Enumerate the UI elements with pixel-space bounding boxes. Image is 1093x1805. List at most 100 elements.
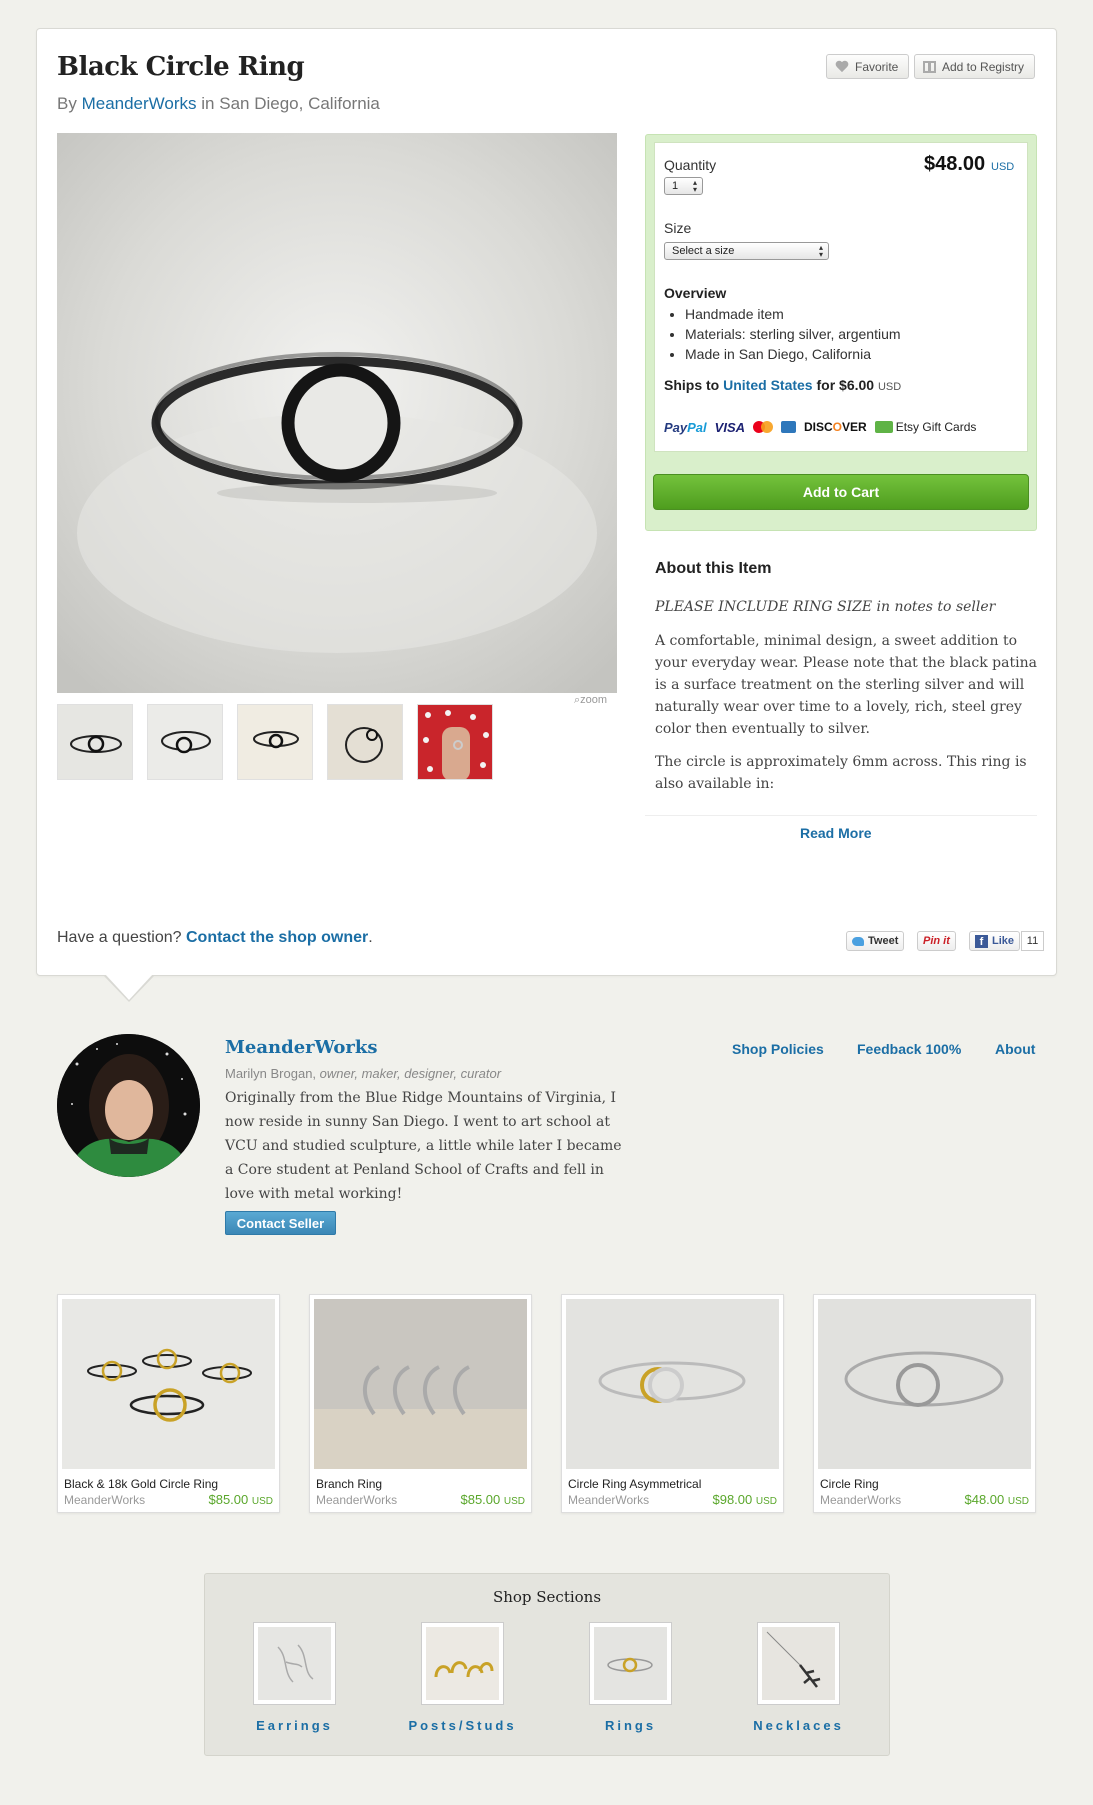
listing-shop: MeanderWorks xyxy=(568,1493,650,1507)
byline-by: By xyxy=(57,94,77,113)
gift-icon xyxy=(923,60,936,73)
section-image xyxy=(589,1622,672,1705)
related-listing[interactable]: Circle Ring MeanderWorks $48.00 USD xyxy=(813,1294,1036,1513)
listing-price: $85.00 USD xyxy=(208,1492,273,1507)
listing-price: $85.00 USD xyxy=(460,1492,525,1507)
add-to-registry-button[interactable]: Add to Registry xyxy=(914,54,1036,79)
select-arrows-icon: ▴ ▾ xyxy=(692,178,697,194)
price-currency: USD xyxy=(991,161,1015,173)
related-listing[interactable]: Black & 18k Gold Circle Ring MeanderWork… xyxy=(57,1294,280,1513)
thumbnail-4[interactable] xyxy=(327,704,403,780)
overview-item: Made in San Diego, California xyxy=(685,344,901,364)
section-label: Rings xyxy=(604,1718,657,1733)
pin-it-button[interactable]: Pin it xyxy=(917,931,956,951)
section-label: Necklaces xyxy=(753,1718,844,1733)
registry-label: Add to Registry xyxy=(942,59,1025,74)
thumbnail-2[interactable] xyxy=(147,704,223,780)
ring-photo xyxy=(57,133,617,693)
tweet-button[interactable]: Tweet xyxy=(846,931,905,951)
paypal-icon: PayPal xyxy=(664,419,707,435)
size-placeholder: Select a size xyxy=(672,245,735,257)
quantity-select[interactable]: 1 ▴ ▾ xyxy=(664,177,703,195)
listing-title: Black & 18k Gold Circle Ring xyxy=(64,1477,219,1491)
main-product-image[interactable] xyxy=(57,133,617,693)
overview-item: Materials: sterling silver, argentium xyxy=(685,324,901,344)
visa-icon: VISA xyxy=(714,419,745,435)
owner-avatar[interactable] xyxy=(57,1034,200,1177)
question-text: Have a question? xyxy=(57,929,182,946)
shipping-info: Ships to United States for $6.00 USD xyxy=(664,377,901,393)
owner-line: Marilyn Brogan, owner, maker, designer, … xyxy=(225,1066,501,1081)
overview-list: Handmade item Materials: sterling silver… xyxy=(685,304,901,364)
facebook-like-button[interactable]: f Like xyxy=(969,931,1021,951)
quantity-value: 1 xyxy=(672,180,679,192)
shop-link[interactable]: MeanderWorks xyxy=(82,94,197,113)
shop-section-earrings[interactable]: Earrings xyxy=(253,1622,336,1733)
shop-section-rings[interactable]: Rings xyxy=(589,1622,672,1733)
shop-location: San Diego, California xyxy=(219,94,380,113)
thumbnail-3[interactable] xyxy=(237,704,313,780)
size-label: Size xyxy=(664,220,692,236)
listing-price: $48.00 USD xyxy=(964,1492,1029,1507)
listing-title: Circle Ring xyxy=(820,1477,879,1491)
listing-image xyxy=(62,1299,275,1469)
listing-shop: MeanderWorks xyxy=(820,1493,902,1507)
overview-title: Overview xyxy=(664,285,727,301)
byline-in: in xyxy=(201,94,215,113)
tweet-label: Tweet xyxy=(868,935,899,947)
size-select[interactable]: Select a size ▴ ▾ xyxy=(664,242,829,260)
ships-destination-link[interactable]: United States xyxy=(723,377,812,393)
zoom-label: zoom xyxy=(580,694,608,706)
add-to-cart-button[interactable]: Add to Cart xyxy=(653,474,1029,510)
ships-to-label: Ships to xyxy=(664,377,720,393)
owner-shop-name[interactable]: MeanderWorks xyxy=(225,1037,378,1058)
about-fade xyxy=(645,796,1037,816)
about-paragraph: The circle is approximately 6mm across. … xyxy=(655,754,1027,792)
mastercard-icon xyxy=(753,421,773,433)
item-byline: By MeanderWorks in San Diego, California xyxy=(57,94,380,114)
shop-section-posts-studs[interactable]: Posts/Studs xyxy=(408,1622,514,1733)
section-label: Posts/Studs xyxy=(408,1718,517,1733)
overview-item: Handmade item xyxy=(685,304,901,324)
shop-section-necklaces[interactable]: Necklaces xyxy=(753,1622,841,1733)
listing-title: Branch Ring xyxy=(316,1477,383,1491)
listing-shop: MeanderWorks xyxy=(316,1493,398,1507)
favorite-button[interactable]: Favorite xyxy=(826,54,910,79)
ships-currency: USD xyxy=(877,381,902,393)
listing-image xyxy=(566,1299,779,1469)
question-period: . xyxy=(368,929,373,946)
contact-seller-button[interactable]: Contact Seller xyxy=(225,1211,336,1235)
related-listing[interactable]: Branch Ring MeanderWorks $85.00 USD xyxy=(309,1294,532,1513)
read-more-link[interactable]: Read More xyxy=(800,825,872,841)
feedback-link[interactable]: Feedback 100% xyxy=(857,1041,961,1057)
shop-policies-link[interactable]: Shop Policies xyxy=(732,1041,824,1057)
item-price: $48.00 xyxy=(924,153,986,175)
amex-icon xyxy=(781,421,796,433)
favorite-label: Favorite xyxy=(855,59,899,74)
related-listing[interactable]: Circle Ring Asymmetrical MeanderWorks $9… xyxy=(561,1294,784,1513)
listing-image xyxy=(818,1299,1031,1469)
like-label: Like xyxy=(992,935,1015,947)
question-line: Have a question? Contact the shop owner. xyxy=(57,929,373,947)
about-link[interactable]: About xyxy=(995,1041,1035,1057)
about-paragraph: A comfortable, minimal design, a sweet a… xyxy=(655,633,1037,737)
heart-icon xyxy=(835,61,849,73)
quantity-label: Quantity xyxy=(664,157,717,173)
contact-shop-owner-link[interactable]: Contact the shop owner xyxy=(186,929,368,946)
etsy-gift-card-icon: Etsy Gift Cards xyxy=(874,420,976,434)
item-title: Black Circle Ring xyxy=(57,52,305,82)
shop-sections-title: Shop Sections xyxy=(492,1588,602,1606)
listing-image xyxy=(314,1299,527,1469)
zoom-link[interactable]: ⌕zoom xyxy=(574,694,607,707)
payment-methods: PayPal VISA DISCOVER Etsy Gift Cards xyxy=(664,418,1009,436)
select-arrows-icon: ▴ ▾ xyxy=(818,243,823,259)
section-image xyxy=(757,1622,840,1705)
thumbnail-1[interactable] xyxy=(57,704,133,780)
thumbnail-5[interactable] xyxy=(417,704,493,780)
listing-shop: MeanderWorks xyxy=(64,1493,146,1507)
about-note: PLEASE INCLUDE RING SIZE in notes to sel… xyxy=(655,599,996,615)
about-item-body: PLEASE INCLUDE RING SIZE in notes to sel… xyxy=(655,596,1037,812)
section-label: Earrings xyxy=(256,1718,333,1733)
ships-price: for $6.00 xyxy=(816,377,875,393)
discover-icon: DISCOVER xyxy=(804,420,867,434)
